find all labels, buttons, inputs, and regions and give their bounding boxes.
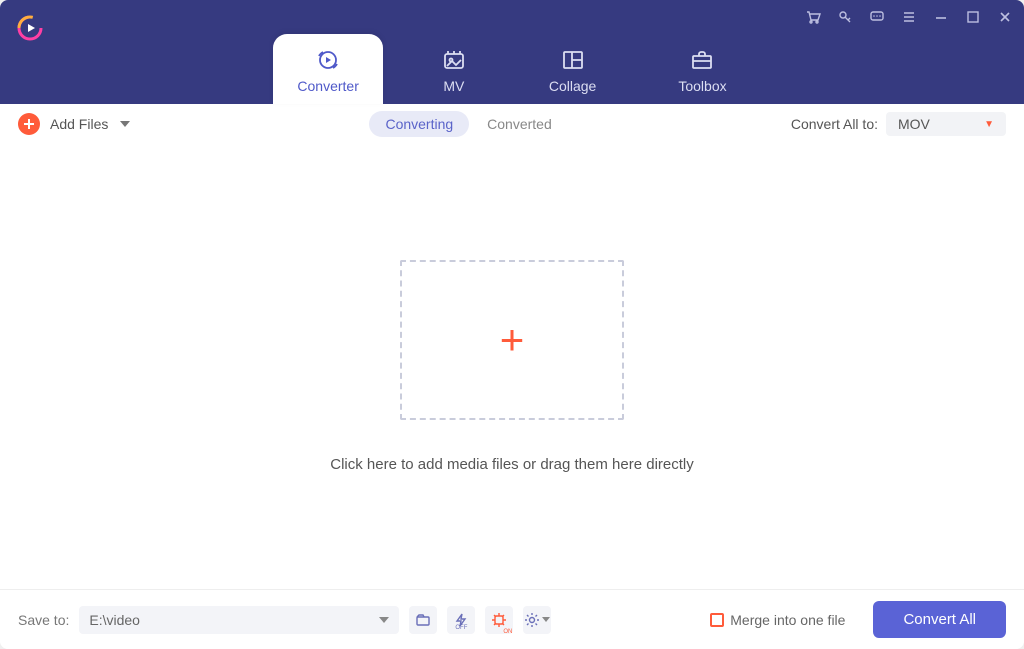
toolbar: Add Files Converting Converted Convert A… — [0, 104, 1024, 144]
tab-label: Toolbox — [678, 78, 726, 94]
tab-label: Collage — [549, 78, 596, 94]
drop-text: Click here to add media files or drag th… — [330, 456, 694, 473]
high-speed-toggle[interactable]: OFF — [447, 606, 475, 634]
main-tabs: Converter MV Collage Toolbox — [0, 32, 1024, 104]
convert-all-to: Convert All to: MOV ▼ — [791, 112, 1006, 136]
tab-converter[interactable]: Converter — [273, 34, 382, 104]
tab-mv[interactable]: MV — [417, 34, 491, 104]
save-to-label: Save to: — [18, 612, 69, 628]
output-format-select[interactable]: MOV ▼ — [886, 112, 1006, 136]
titlebar: Converter MV Collage Toolbox — [0, 0, 1024, 104]
settings-button[interactable] — [523, 606, 551, 634]
plus-icon: + — [500, 316, 525, 364]
merge-label: Merge into one file — [730, 612, 845, 628]
feedback-icon[interactable] — [868, 8, 886, 26]
mv-icon — [441, 48, 467, 72]
menu-icon[interactable] — [900, 8, 918, 26]
collage-icon — [560, 48, 586, 72]
drop-rect: + — [400, 260, 624, 420]
format-selected-value: MOV — [898, 116, 930, 132]
key-icon[interactable] — [836, 8, 854, 26]
status-tabs: Converting Converted — [369, 111, 551, 137]
maximize-button[interactable] — [964, 8, 982, 26]
status-tab-converted[interactable]: Converted — [487, 116, 552, 132]
gpu-accel-toggle[interactable]: ON — [485, 606, 513, 634]
chevron-down-icon — [379, 616, 389, 624]
tab-collage[interactable]: Collage — [525, 34, 620, 104]
convert-all-to-label: Convert All to: — [791, 116, 878, 132]
main-content: + Click here to add media files or drag … — [0, 144, 1024, 589]
drop-zone[interactable]: + Click here to add media files or drag … — [330, 260, 694, 473]
close-button[interactable] — [996, 8, 1014, 26]
save-path-value: E:\video — [89, 612, 140, 628]
add-files-button[interactable]: Add Files — [18, 113, 130, 135]
merge-checkbox[interactable]: Merge into one file — [710, 612, 845, 628]
status-tab-converting[interactable]: Converting — [369, 111, 469, 137]
minimize-button[interactable] — [932, 8, 950, 26]
open-folder-button[interactable] — [409, 606, 437, 634]
tab-label: MV — [443, 78, 464, 94]
add-files-label: Add Files — [50, 116, 108, 132]
plus-icon — [18, 113, 40, 135]
convert-all-button[interactable]: Convert All — [873, 601, 1006, 638]
chevron-down-icon — [120, 120, 130, 128]
toolbox-icon — [689, 48, 715, 72]
tab-toolbox[interactable]: Toolbox — [654, 34, 750, 104]
cart-icon[interactable] — [804, 8, 822, 26]
converter-icon — [315, 48, 341, 72]
chevron-down-icon: ▼ — [984, 119, 994, 130]
footer: Save to: E:\video OFF ON Merge into one … — [0, 589, 1024, 649]
checkbox-icon — [710, 613, 724, 627]
tab-label: Converter — [297, 78, 358, 94]
window-controls — [804, 8, 1014, 26]
save-path-select[interactable]: E:\video — [79, 606, 399, 634]
